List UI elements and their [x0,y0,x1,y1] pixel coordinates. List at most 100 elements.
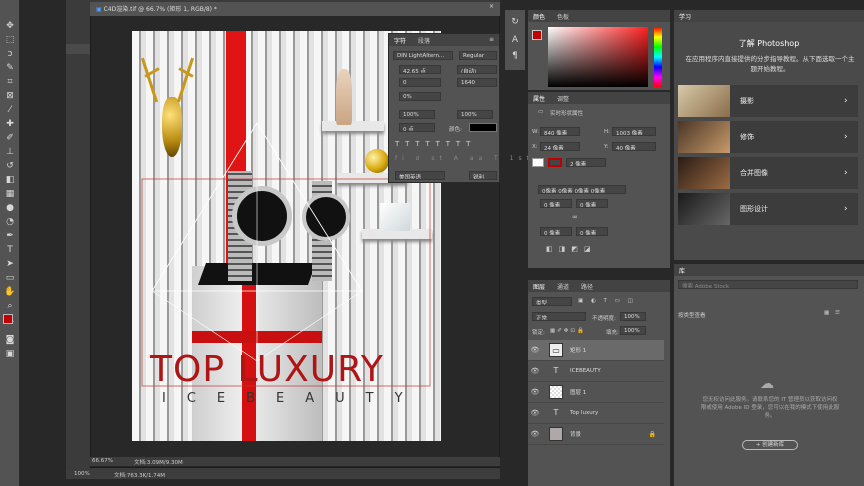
font-style-select[interactable]: Regular [459,51,497,60]
quick-select-tool-icon[interactable]: ✎ [4,62,16,74]
gradient-tool-icon[interactable]: ▦ [4,188,16,200]
layer-filter-icons[interactable]: ▣ ◐ T ▭ ◫ [578,298,636,304]
brush-tool-icon[interactable]: ✐ [4,132,16,144]
horizontal-scale-field[interactable]: 100% [457,110,493,119]
eyedropper-tool-icon[interactable]: ⁄ [4,104,16,116]
type-tool-icon[interactable]: T [4,244,16,256]
color-field[interactable] [548,27,648,87]
hand-tool-icon[interactable]: ✋ [4,286,16,298]
type-style-buttons[interactable]: TTTTTTTT [395,140,476,148]
crop-tool-icon[interactable]: ⌗ [4,76,16,88]
layer-name[interactable]: 矩形 1 [570,346,586,354]
tab-adjustments[interactable]: 调整 [557,94,569,103]
rectangle-tool-icon[interactable]: ▭ [4,272,16,284]
x-field[interactable]: 24 像素 [540,142,580,151]
path-select-tool-icon[interactable]: ➤ [4,258,16,270]
layer-row[interactable]: 👁 背景 🔒 [528,424,664,445]
layer-filter-select[interactable]: 类型 [532,297,572,306]
layer-row[interactable]: 👁 图层 1 [528,382,664,403]
history-brush-tool-icon[interactable]: ↺ [4,160,16,172]
dodge-tool-icon[interactable]: ◔ [4,216,16,228]
height-field[interactable]: 1003 像素 [612,127,656,136]
healing-tool-icon[interactable]: ✚ [4,118,16,130]
visibility-eye-icon[interactable]: 👁 [528,388,542,396]
language-select[interactable]: 美国英语 [395,171,445,180]
foreground-color-swatch[interactable] [3,314,13,324]
back-doc-tab[interactable] [66,44,90,54]
history-icon[interactable]: ↻ [509,16,521,28]
library-view-select[interactable]: 按类型查看 [678,311,706,319]
fill-swatch[interactable] [532,158,544,167]
blur-tool-icon[interactable]: ● [4,202,16,214]
visibility-eye-icon[interactable]: 👁 [528,367,542,375]
learn-item-photography[interactable]: 摄影 › [678,85,858,117]
vertical-scale-field[interactable]: 100% [399,110,435,119]
tab-channels[interactable]: 通道 [557,282,569,291]
tab-layers[interactable]: 图层 [533,282,545,291]
create-library-button[interactable]: + 创建新库 [742,440,798,450]
zoom-readout-back[interactable]: 100% [74,471,90,477]
poster-subtitle[interactable]: ICEBEAUTY [162,391,424,406]
pen-tool-icon[interactable]: ✒ [4,230,16,242]
text-color-swatch[interactable] [469,123,497,132]
quick-mask-icon[interactable]: ◙ [4,334,16,346]
color-fg-swatch[interactable] [532,30,542,40]
corner-3-field[interactable]: 0 像素 [540,227,572,236]
tracking-field[interactable]: 1640 [457,78,497,87]
move-tool-icon[interactable]: ✥ [4,20,16,32]
grid-list-toggle-icons[interactable]: ▦ ☰ [824,310,842,316]
eraser-tool-icon[interactable]: ◧ [4,174,16,186]
tab-swatches[interactable]: 色板 [557,12,569,21]
kerning-field[interactable]: 0 [399,78,441,87]
corner-2-field[interactable]: 0 像素 [576,199,608,208]
layer-row[interactable]: 👁 T ICEBEAUTY [528,361,664,382]
layer-name[interactable]: 图层 1 [570,388,586,396]
visibility-eye-icon[interactable]: 👁 [528,409,542,417]
blend-mode-select[interactable]: 正常 [532,312,586,321]
corner-1-field[interactable]: 0 像素 [540,199,572,208]
poster-title[interactable]: TOP LUXURY [150,349,384,390]
tab-character[interactable]: 字符 [394,36,406,45]
tab-libraries[interactable]: 库 [679,266,685,275]
panel-menu-icon[interactable]: ≡ [489,36,494,44]
learn-item-combine[interactable]: 合并图像 › [678,157,858,189]
zoom-readout[interactable]: 66.67% [92,458,113,464]
library-search-input[interactable]: 搜索 Adobe Stock [678,280,858,289]
antialias-select[interactable]: 锐利 [469,171,497,180]
link-corners-icon[interactable]: ∞ [572,213,582,222]
character-panel-icon[interactable]: A [509,34,521,46]
leading-field[interactable]: (自动) [457,65,497,74]
opacity-field[interactable]: 100% [620,312,646,321]
layer-name[interactable]: ICEBEAUTY [570,368,601,374]
layer-row[interactable]: 👁 ▭ 矩形 1 [528,340,664,361]
tsume-field[interactable]: 0% [399,92,441,101]
tab-properties[interactable]: 属性 [533,94,545,103]
font-size-field[interactable]: 42.65 点 [399,65,441,74]
layer-row[interactable]: 👁 T Top luxury [528,403,664,424]
y-field[interactable]: 40 像素 [612,142,656,151]
tab-learn[interactable]: 学习 [679,12,691,21]
layer-name[interactable]: 背景 [570,430,581,438]
baseline-shift-field[interactable]: 0 点 [399,123,435,132]
frame-tool-icon[interactable]: ⊠ [4,90,16,102]
lock-icons[interactable]: ▦✐✥⊡🔒 [550,328,586,334]
marquee-tool-icon[interactable]: ⬚ [4,34,16,46]
visibility-eye-icon[interactable]: 👁 [528,346,542,354]
tab-color[interactable]: 颜色 [533,12,545,21]
learn-item-retouch[interactable]: 修饰 › [678,121,858,153]
lasso-tool-icon[interactable]: ↄ [4,48,16,60]
clone-stamp-tool-icon[interactable]: ⊥ [4,146,16,158]
zoom-tool-icon[interactable]: ⌕ [4,300,16,312]
tab-paragraph[interactable]: 段落 [418,36,430,45]
visibility-eye-icon[interactable]: 👁 [528,430,542,438]
learn-item-graphic-design[interactable]: 图形设计 › [678,193,858,225]
pathfinder-buttons[interactable]: ◧◨◩◪ [546,245,596,253]
fill-field[interactable]: 100% [620,326,646,335]
width-field[interactable]: 840 像素 [540,127,580,136]
screen-mode-icon[interactable]: ▣ [4,348,16,360]
hue-slider[interactable] [654,27,662,87]
stroke-width-field[interactable]: 2 像素 [566,158,606,167]
paragraph-panel-icon[interactable]: ¶ [509,50,521,62]
corner-radius-field[interactable]: 0像素 0像素 0像素 0像素 [538,185,626,194]
layer-name[interactable]: Top luxury [570,410,598,416]
